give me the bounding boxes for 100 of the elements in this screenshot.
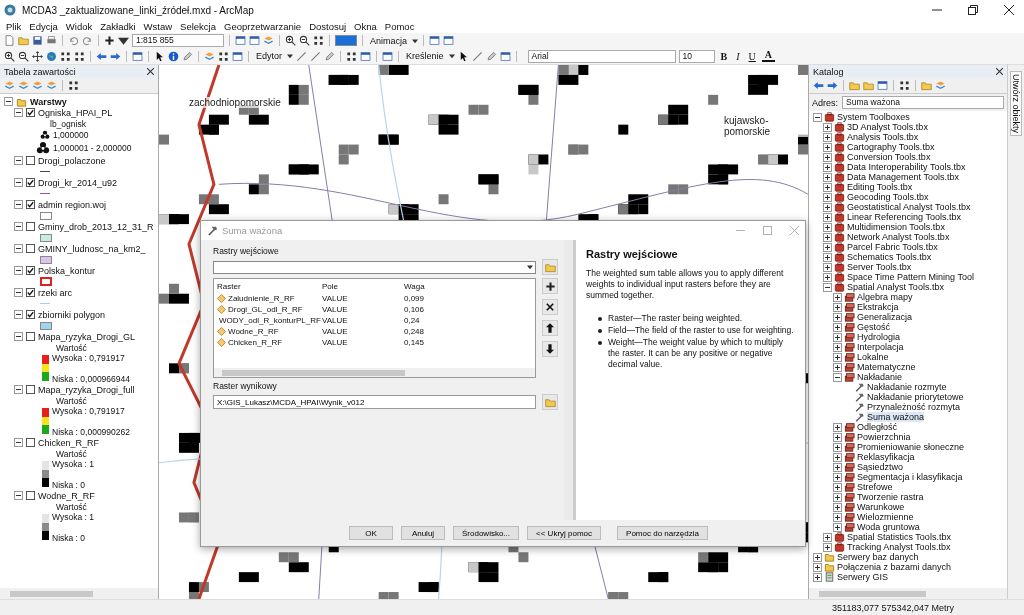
layer-name[interactable]: Drogi_polaczone — [38, 155, 106, 166]
coordinates-readout: 351183,077 575342,047 Metry — [832, 602, 954, 613]
editor-menu[interactable]: Edytor — [254, 51, 284, 61]
catalog-item[interactable]: Warunkowe — [857, 502, 905, 512]
catalog-item[interactable]: Algebra mapy — [857, 292, 913, 302]
side-tab[interactable]: Utwórz obiekty — [1010, 71, 1022, 137]
catalog-item[interactable]: Serwery GIS — [837, 572, 888, 582]
italic-button[interactable]: I — [733, 50, 743, 62]
dialog-button[interactable]: Anuluj — [401, 526, 445, 540]
table-cell: VALUE — [322, 327, 348, 336]
catalog-item[interactable]: Geocoding Tools.tbx — [847, 192, 929, 202]
layer-name[interactable]: GMINY_ludnosc_na_km2_ — [38, 243, 146, 254]
menu-item[interactable]: Dostosuj — [309, 21, 347, 32]
dialog-button[interactable]: Środowisko... — [453, 526, 520, 540]
address-dropdown[interactable]: Suma ważona — [842, 96, 1004, 109]
column-header[interactable]: Waga — [401, 281, 535, 291]
layer-name[interactable]: rzeki arc — [38, 287, 72, 298]
menu-item[interactable]: Edycja — [29, 21, 58, 32]
catalog-item[interactable]: Spatial Statistics Tools.tbx — [847, 532, 951, 542]
legend-title: Wartość — [55, 395, 87, 406]
catalog-item[interactable]: Generalizacja — [857, 312, 913, 322]
animation-menu[interactable]: Animacja — [368, 35, 409, 46]
catalog-item[interactable]: Wielozmienne — [857, 512, 914, 522]
font-color-button[interactable]: A — [761, 50, 776, 62]
scale-dropdown[interactable]: 1:815 855 — [132, 34, 224, 47]
dialog-button[interactable]: << Ukryj pomoc — [527, 526, 602, 540]
layer-name[interactable]: Chicken_R_RF — [38, 437, 100, 448]
dialog-button[interactable]: OK — [349, 526, 393, 540]
catalog-item[interactable]: Multidimension Tools.tbx — [847, 222, 945, 232]
catalog-item[interactable]: Nakładanie rozmyte — [867, 382, 947, 392]
field-label: Rastry wejściowe — [213, 246, 280, 256]
catalog-item[interactable]: Suma ważona — [867, 412, 925, 422]
menu-item[interactable]: Geoprzetwarzanie — [224, 21, 302, 32]
catalog-item[interactable]: Geostatistical Analyst Tools.tbx — [847, 202, 971, 212]
layer-name[interactable]: zbiorniki polygon — [38, 309, 106, 320]
catalog-item[interactable]: Conversion Tools.tbx — [847, 152, 931, 162]
font-size-dropdown[interactable]: 10 — [678, 49, 715, 63]
catalog-item[interactable]: Połączenia z bazami danych — [837, 562, 952, 572]
layer-name[interactable]: Ogniska_HPAI_PL — [38, 107, 113, 118]
menu-item[interactable]: Zakładki — [100, 21, 136, 32]
column-header[interactable]: Pole — [319, 281, 401, 291]
column-header[interactable]: Raster — [214, 281, 319, 291]
menu-item[interactable]: Widok — [65, 21, 93, 32]
menu-item[interactable]: Plik — [6, 21, 22, 32]
catalog-item[interactable]: Data Interoperability Tools.tbx — [847, 162, 966, 172]
layer-group-name[interactable]: Warstwy — [30, 96, 67, 107]
layer-name[interactable]: admin region.woj — [38, 199, 107, 210]
menu-item[interactable]: Wstaw — [143, 21, 173, 32]
catalog-item[interactable]: Server Tools.tbx — [847, 262, 912, 272]
menu-item[interactable]: Pomoc — [384, 21, 415, 32]
bold-button[interactable]: B — [717, 50, 731, 62]
catalog-item[interactable]: Nakładanie — [857, 372, 903, 382]
catalog-item[interactable]: Powierzchnia — [857, 432, 911, 442]
font-dropdown[interactable]: Arial — [527, 49, 676, 63]
drawing-menu[interactable]: Kreślenie — [404, 51, 446, 61]
catalog-item[interactable]: Linear Referencing Tools.tbx — [847, 212, 961, 222]
catalog-item[interactable]: Space Time Pattern Mining Tool — [847, 272, 974, 282]
catalog-item[interactable]: Przynależność rozmyta — [867, 402, 961, 412]
layer-name[interactable]: Mapa_ryzyka_Drogi_GL — [38, 331, 136, 342]
layer-name[interactable]: Mapa_ryzyka_Drogi_full — [38, 384, 135, 395]
catalog-item[interactable]: Editing Tools.tbx — [847, 182, 913, 192]
catalog-item[interactable]: Data Management Tools.tbx — [847, 172, 959, 182]
layer-name[interactable]: Gminy_drob_2013_12_31_R — [38, 221, 154, 232]
help-bullet: Field—The field of the raster to use for weighting. — [608, 325, 794, 336]
underline-button[interactable]: U — [745, 50, 759, 62]
layer-name[interactable]: Polska_kontur — [38, 265, 96, 276]
menu-item[interactable]: Okna — [354, 21, 377, 32]
catalog-item[interactable]: Reklasyfikacja — [857, 452, 915, 462]
menu-item[interactable]: Selekcja — [180, 21, 217, 32]
catalog-item[interactable]: Matematyczne — [857, 362, 916, 372]
catalog-item[interactable]: Strefowe — [857, 482, 893, 492]
layer-name[interactable]: Drogi_kr_2014_u92 — [38, 177, 118, 188]
catalog-item[interactable]: Sąsiedztwo — [857, 462, 904, 472]
catalog-item[interactable]: System Toolboxes — [837, 112, 910, 122]
catalog-item[interactable]: Parcel Fabric Tools.tbx — [847, 242, 938, 252]
catalog-item[interactable]: Tracking Analyst Tools.tbx — [847, 542, 951, 552]
catalog-item[interactable]: Serwery baz danych — [837, 552, 919, 562]
catalog-item[interactable]: Odległość — [857, 422, 898, 432]
catalog-item[interactable]: Analysis Tools.tbx — [847, 132, 919, 142]
catalog-item[interactable]: Hydrologia — [857, 332, 901, 342]
catalog-item[interactable]: Woda gruntowa — [857, 522, 920, 532]
catalog-item[interactable]: Segmentacja i klasyfikacja — [857, 472, 963, 482]
catalog-item[interactable]: Network Analyst Tools.tbx — [847, 232, 950, 242]
legend-title: Wartość — [55, 448, 87, 459]
catalog-item[interactable]: Nakładanie priorytetowe — [867, 392, 964, 402]
catalog-item[interactable]: Spatial Analyst Tools.tbx — [847, 282, 944, 292]
dialog-button[interactable]: Pomoc do narzędzia — [617, 526, 708, 540]
output-raster-field[interactable]: X:\GIS_Lukasz\MCDA_HPAI\Wynik_v012 — [213, 395, 536, 409]
catalog-item[interactable]: Gęstość — [857, 322, 890, 332]
catalog-item[interactable]: Promieniowanie słoneczne — [857, 442, 965, 452]
catalog-item[interactable]: Schematics Tools.tbx — [847, 252, 932, 262]
legend-label: 1,000001 - 2,000000 — [53, 142, 132, 153]
legend-label: Wysoka : 0,791917 — [52, 353, 126, 363]
catalog-item[interactable]: 3D Analyst Tools.tbx — [847, 122, 928, 132]
catalog-item[interactable]: Lokalne — [857, 352, 889, 362]
catalog-item[interactable]: Ekstrakcja — [857, 302, 899, 312]
catalog-item[interactable]: Cartography Tools.tbx — [847, 142, 935, 152]
layer-name[interactable]: Wodne_R_RF — [38, 490, 95, 501]
catalog-item[interactable]: Interpolacja — [857, 342, 904, 352]
catalog-item[interactable]: Tworzenie rastra — [857, 492, 924, 502]
